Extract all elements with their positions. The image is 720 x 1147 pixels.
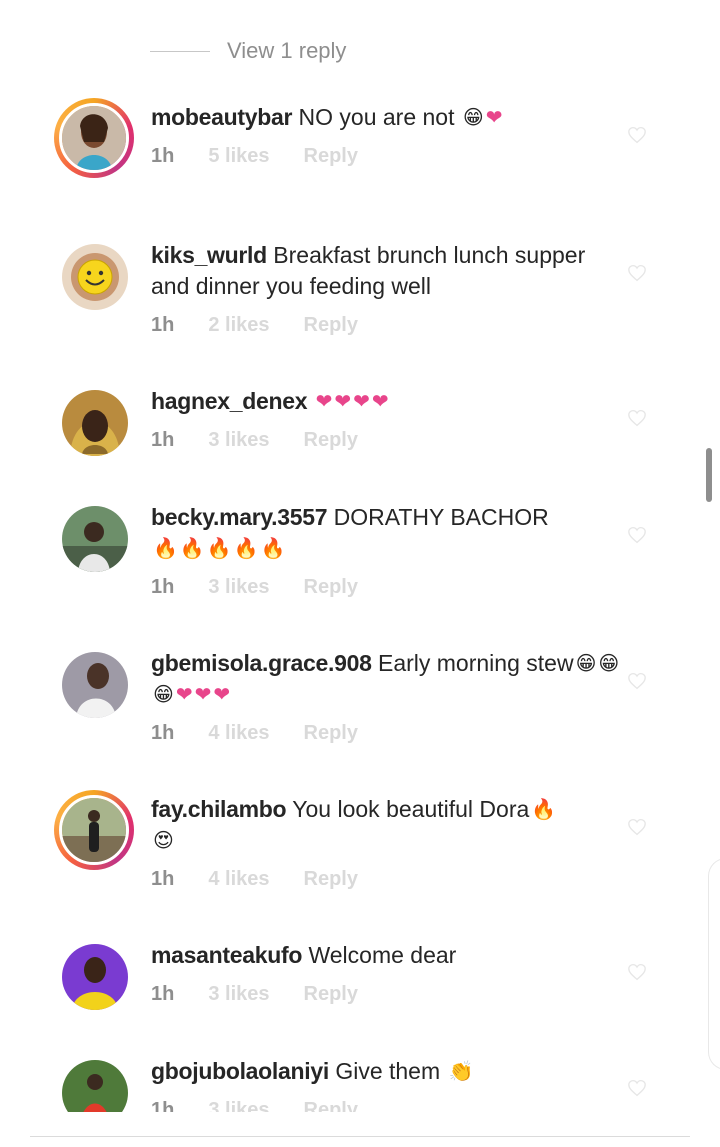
heart-emoji: ❤ xyxy=(371,391,389,413)
like-heart-icon[interactable] xyxy=(627,264,647,282)
grin-emoji: 😁 xyxy=(598,653,620,675)
like-heart-icon[interactable] xyxy=(627,818,647,836)
heart-eyes-emoji: 😍 xyxy=(153,830,174,852)
heart-emoji: ❤ xyxy=(334,391,352,413)
avatar[interactable] xyxy=(62,944,128,1010)
comment-text: You look beautiful Dora xyxy=(292,796,530,822)
avatar xyxy=(59,103,129,173)
comment-username[interactable]: mobeautybar xyxy=(151,104,292,130)
bottom-cover xyxy=(0,1112,720,1147)
comment-username[interactable]: gbojubolaolaniyi xyxy=(151,1058,329,1084)
comment-username[interactable]: gbemisola.grace.908 xyxy=(151,650,372,676)
like-heart-icon[interactable] xyxy=(627,526,647,544)
comment-meta: 1h 3 likes Reply xyxy=(151,576,392,599)
comment-body: hagnex_denex ❤ ❤ ❤ ❤ xyxy=(151,386,621,417)
avatar[interactable] xyxy=(62,652,128,718)
reply-button[interactable]: Reply xyxy=(304,722,358,745)
grin-emoji: 😁 xyxy=(153,684,174,706)
comment-body: mobeautybar NO you are not 😁 ❤ xyxy=(151,102,621,133)
avatar-image xyxy=(62,944,128,1010)
heart-emoji: ❤ xyxy=(213,684,231,706)
view-replies-button[interactable]: View 1 reply xyxy=(150,38,346,64)
likes-count[interactable]: 5 likes xyxy=(208,145,269,168)
avatar[interactable] xyxy=(62,244,128,310)
input-divider xyxy=(30,1136,690,1137)
comment-meta: 1h 3 likes Reply xyxy=(151,983,392,1006)
fire-emoji: 🔥 xyxy=(260,538,286,560)
fire-emoji: 🔥 xyxy=(153,538,178,560)
comment-meta: 1h 5 likes Reply xyxy=(151,145,392,168)
comment-meta: 1h 4 likes Reply xyxy=(151,722,392,745)
like-heart-icon[interactable] xyxy=(627,126,647,144)
comment-time: 1h xyxy=(151,722,175,744)
reply-button[interactable]: Reply xyxy=(304,576,358,599)
comment-time: 1h xyxy=(151,145,175,167)
like-heart-icon[interactable] xyxy=(627,409,647,427)
comment-time: 1h xyxy=(151,983,175,1005)
comment-text: Early morning stew xyxy=(377,650,574,676)
reply-button[interactable]: Reply xyxy=(304,145,358,168)
fire-emoji: 🔥 xyxy=(179,538,205,560)
comment-body: masanteakufo Welcome dear xyxy=(151,940,621,971)
like-heart-icon[interactable] xyxy=(627,672,647,690)
heart-emoji: ❤ xyxy=(175,684,193,706)
comment-meta: 1h 4 likes Reply xyxy=(151,868,392,891)
heart-emoji: ❤ xyxy=(194,684,212,706)
like-heart-icon[interactable] xyxy=(627,963,647,981)
comment-username[interactable]: becky.mary.3557 xyxy=(151,504,328,530)
divider-line xyxy=(150,50,210,52)
likes-count[interactable]: 4 likes xyxy=(208,722,269,745)
fire-emoji: 🔥 xyxy=(531,799,557,821)
comment-body: fay.chilambo You look beautiful Dora 🔥 😍 xyxy=(151,794,621,856)
comment-username[interactable]: fay.chilambo xyxy=(151,796,287,822)
likes-count[interactable]: 4 likes xyxy=(208,868,269,891)
view-replies-label: View 1 reply xyxy=(227,38,347,63)
likes-count[interactable]: 3 likes xyxy=(208,429,269,452)
comment-meta: 1h 3 likes Reply xyxy=(151,429,392,452)
comment-time: 1h xyxy=(151,868,175,890)
comment-body: kiks_wurld Breakfast brunch lunch supper… xyxy=(151,240,621,302)
like-heart-icon[interactable] xyxy=(627,1079,647,1097)
comment-text: Give them xyxy=(335,1058,441,1084)
fire-emoji: 🔥 xyxy=(233,538,259,560)
reply-button[interactable]: Reply xyxy=(304,429,358,452)
scrollbar-thumb[interactable] xyxy=(706,448,712,502)
comment-username[interactable]: hagnex_denex xyxy=(151,388,307,414)
likes-count[interactable]: 3 likes xyxy=(208,983,269,1006)
comment-username[interactable]: kiks_wurld xyxy=(151,242,267,268)
reply-button[interactable]: Reply xyxy=(304,314,358,337)
grin-emoji: 😁 xyxy=(462,107,484,129)
comment-meta: 1h 2 likes Reply xyxy=(151,314,392,337)
comment-body: gbojubolaolaniyi Give them 👏 xyxy=(151,1056,621,1087)
avatar-story-ring[interactable] xyxy=(54,98,134,178)
avatar-story-ring[interactable] xyxy=(54,790,134,870)
comment-text: DORATHY BACHOR xyxy=(333,504,549,530)
comment-text: Welcome dear xyxy=(308,942,457,968)
reply-button[interactable]: Reply xyxy=(304,983,358,1006)
avatar[interactable] xyxy=(62,390,128,456)
grin-emoji: 😁 xyxy=(575,653,597,675)
likes-count[interactable]: 3 likes xyxy=(208,576,269,599)
fire-emoji: 🔥 xyxy=(206,538,232,560)
comment-time: 1h xyxy=(151,429,175,451)
likes-count[interactable]: 2 likes xyxy=(208,314,269,337)
comment-username[interactable]: masanteakufo xyxy=(151,942,302,968)
comment-body: gbemisola.grace.908 Early morning stew 😁 😁… xyxy=(151,648,621,710)
avatar-image xyxy=(62,506,128,572)
comment-text: NO you are not xyxy=(298,104,455,130)
comment-body: becky.mary.3557 DORATHY BACHOR 🔥 🔥 🔥 🔥 🔥 xyxy=(151,502,621,564)
comment-time: 1h xyxy=(151,576,175,598)
clapping-hands-emoji: 👏 xyxy=(448,1061,474,1083)
avatar xyxy=(59,795,129,865)
avatar-image xyxy=(62,244,128,310)
heart-emoji: ❤ xyxy=(485,107,503,129)
heart-emoji: ❤ xyxy=(353,391,370,413)
edge-panel-handle[interactable] xyxy=(708,858,720,1070)
comment-time: 1h xyxy=(151,314,175,336)
avatar[interactable] xyxy=(62,506,128,572)
avatar-image xyxy=(62,390,128,456)
avatar-image xyxy=(62,652,128,718)
reply-button[interactable]: Reply xyxy=(304,868,358,891)
heart-emoji: ❤ xyxy=(315,391,333,413)
